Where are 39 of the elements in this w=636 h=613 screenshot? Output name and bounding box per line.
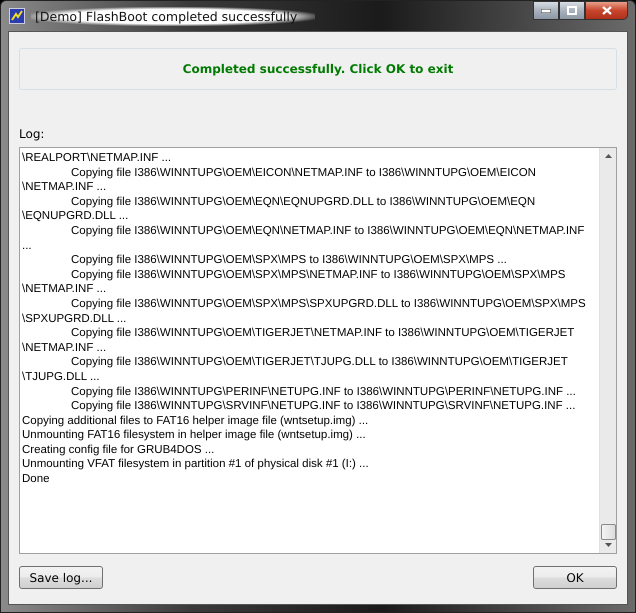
log-line: Copying file I386\WINNTUPG\OEM\EICON\NETMAP.INF to I386\WINNTUPG\OEM\EICON <box>70 166 536 180</box>
log-line: \NETMAP.INF ... <box>22 180 106 195</box>
close-icon <box>602 6 612 15</box>
log-line: \REALPORT\NETMAP.INF ... <box>22 151 172 166</box>
scrollbar-thumb[interactable] <box>600 524 616 540</box>
log-line: Copying file I386\WINNTUPG\PERINF\NETUPG.INF to I386\WINNTUPG\PERINF\NETUPG.INF ... <box>70 384 576 400</box>
log-line: Copying file I386\WINNTUPG\OEM\SPX\MPS\SPXUPGRD.DLL to I386\WINNTUPG\OEM\SPX\MPS <box>70 296 586 312</box>
log-line: Unmounting FAT16 filesystem in helper image file (wntsetup.img) ... <box>22 428 366 443</box>
log-line: \TJUPG.DLL ... <box>22 370 100 384</box>
log-line: Creating config file for GRUB4DOS ... <box>22 442 214 458</box>
window-title: [Demo] FlashBoot completed successfully <box>31 6 316 26</box>
log-line: Copying file I386\WINNTUPG\OEM\EQN\NETMAP.INF to I386\WINNTUPG\OEM\EQN\NETMAP.INF <box>70 224 584 239</box>
scroll-down-icon <box>604 543 612 547</box>
log-label: Log: <box>19 127 46 141</box>
maximize-button[interactable] <box>559 1 585 20</box>
minimize-button[interactable] <box>533 1 559 20</box>
app-icon <box>9 8 25 24</box>
log-line: Copying file I386\WINNTUPG\OEM\EQN\EQNUPGRD.DLL to I386\WINNTUPG\OEM\EQN <box>70 194 536 210</box>
log-line: ... <box>22 238 32 254</box>
minimize-icon <box>541 8 551 12</box>
log-line: Copying file I386\WINNTUPG\OEM\SPX\MPS\NETMAP.INF to I386\WINNTUPG\OEM\SPX\MPS <box>70 268 566 282</box>
close-button[interactable] <box>585 1 628 20</box>
log-line: Copying additional files to FAT16 helper image file (wntsetup.img) ... <box>22 414 368 428</box>
scrollbar[interactable] <box>599 148 616 553</box>
status-message: Completed successfully. Click OK to exit <box>182 62 454 76</box>
ok-button[interactable]: OK <box>533 566 617 589</box>
log-line: Unmounting VFAT filesystem in partition #1 of physical disk #1 (I:) ... <box>22 457 369 472</box>
log-line: \NETMAP.INF ... <box>22 340 106 356</box>
log-line: Copying file I386\WINNTUPG\SRVINF\NETUPG.INF to I386\WINNTUPG\SRVINF\NETUPG.INF ... <box>70 399 576 414</box>
scroll-up-icon <box>604 154 612 158</box>
maximize-icon <box>567 6 577 15</box>
log-line: Copying file I386\WINNTUPG\OEM\TIGERJET\NETMAP.INF to I386\WINNTUPG\OEM\TIGERJET <box>70 326 574 341</box>
log-line: \EQNUPGRD.DLL ... <box>22 209 128 224</box>
save-log-button[interactable]: Save log... <box>19 566 103 589</box>
log-line: \NETMAP.INF ... <box>22 282 106 297</box>
log-line: Done <box>22 472 50 487</box>
log-line: Copying file I386\WINNTUPG\OEM\TIGERJET\TJUPG.DLL to I386\WINNTUPG\OEM\TIGERJET <box>70 355 568 370</box>
log-line: Copying file I386\WINNTUPG\OEM\SPX\MPS to I386\WINNTUPG\OEM\SPX\MPS ... <box>70 253 507 268</box>
log-line: \SPXUPGRD.DLL ... <box>22 312 126 326</box>
